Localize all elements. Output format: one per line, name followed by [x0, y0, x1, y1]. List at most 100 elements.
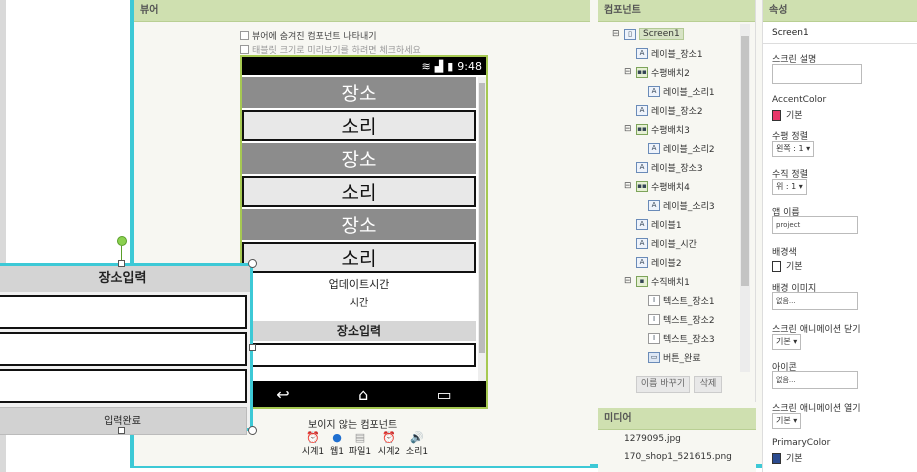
accent-color-picker[interactable]: 기본 — [772, 108, 803, 121]
tree-item-label: 텍스트_장소3 — [663, 334, 715, 345]
open-animation-select[interactable]: 기본 ▾ — [772, 413, 802, 429]
textbox-icon: I — [648, 313, 660, 325]
tree-item[interactable]: A 레이블1 — [624, 216, 682, 232]
tree-item[interactable]: I 텍스트_장소2 — [636, 311, 715, 327]
tree-item[interactable]: ⊟ ▯ Screen1 — [612, 26, 684, 42]
rotate-handle[interactable] — [117, 236, 127, 246]
phone-textbox-1[interactable] — [242, 343, 476, 367]
background-color-picker[interactable]: 기본 — [772, 259, 803, 272]
collapse-toggle-icon[interactable]: ⊟ — [612, 29, 621, 39]
tree-item[interactable]: A 레이블_소리3 — [636, 197, 715, 213]
horizontal-arrangement-icon: ▪▪ — [636, 180, 648, 192]
tree-item[interactable]: ⊟ ▪▪ 수평배치2 — [624, 64, 690, 80]
properties-panel: 속성 Screen1 스크린 설명 AccentColor 기본 수평 정렬 왼… — [762, 0, 917, 472]
tree-item[interactable]: I 텍스트_장소1 — [636, 292, 715, 308]
label-place-3[interactable]: 장소 — [242, 209, 476, 240]
media-panel: 미디어 1279095.jpg 170_shop1_521615.png — [598, 408, 756, 472]
android-nav-bar: ↩ ⌂ ▭ — [242, 381, 486, 407]
collapse-toggle-icon[interactable]: ⊟ — [624, 124, 633, 134]
horizontal-arrangement-icon: ▪▪ — [636, 123, 648, 135]
textbox-icon: I — [648, 332, 660, 344]
collapse-toggle-icon[interactable]: ⊟ — [624, 276, 633, 286]
align-vertical-select[interactable]: 위 : 1 ▾ — [772, 179, 807, 195]
textbox-icon: I — [648, 294, 660, 306]
tree-item[interactable]: ⊟ ▪▪ 수평배치4 — [624, 178, 690, 194]
show-hidden-label: 뷰어에 숨겨진 컴포넌트 나타내기 — [252, 31, 377, 42]
phone-scroll-thumb[interactable] — [479, 83, 485, 353]
tree-item[interactable]: ⊟ ▪ 수직배치1 — [624, 273, 690, 289]
tree-item[interactable]: A 레이블_시간 — [624, 235, 697, 251]
place-textbox-2[interactable] — [0, 332, 247, 366]
tree-item-label: 수평배치4 — [651, 182, 690, 193]
tree-item-label: 레이블_소리2 — [663, 144, 715, 155]
label-icon: A — [636, 161, 648, 173]
time-label[interactable]: 시간 — [242, 294, 476, 313]
clock-time: 9:48 — [457, 59, 482, 73]
tree-item[interactable]: A 레이블_장소1 — [624, 45, 703, 61]
tree-item[interactable]: A 레이블_소리1 — [636, 83, 715, 99]
tree-item-label: 레이블_소리1 — [663, 87, 715, 98]
collapse-toggle-icon[interactable]: ⊟ — [624, 181, 633, 191]
tree-item[interactable]: ▭ 버튼_완료 — [636, 349, 701, 365]
about-screen-input[interactable] — [772, 64, 862, 84]
tree-item[interactable]: I 텍스트_장소3 — [636, 330, 715, 346]
place-textbox-1[interactable] — [0, 295, 247, 329]
tree-item[interactable]: ⊟ ▪▪ 수평배치3 — [624, 121, 690, 137]
tablet-preview-label: 태블릿 크기로 미리보기를 하려면 체크하세요 — [252, 45, 421, 56]
back-icon: ↩ — [276, 384, 290, 404]
icon-input[interactable]: 없음... — [772, 371, 858, 389]
collapse-toggle-icon[interactable]: ⊟ — [624, 67, 633, 77]
label-place-2[interactable]: 장소 — [242, 143, 476, 174]
primary-color-picker[interactable]: 기본 — [772, 451, 803, 464]
place-input-dialog[interactable]: 장소입력 입력완료 — [0, 263, 253, 435]
label-icon: A — [636, 218, 648, 230]
label-place-1[interactable]: 장소 — [242, 77, 476, 108]
sound-icon: 🔊 — [410, 431, 424, 444]
status-bar: ≋ ▟ ▮ 9:48 — [242, 57, 486, 75]
update-time-label[interactable]: 업데이트시간 — [242, 275, 476, 294]
nonvisible-sound1[interactable]: 🔊 소리1 — [400, 431, 434, 458]
tree-item[interactable]: A 레이블_장소3 — [624, 159, 703, 175]
tree-item-label: 버튼_완료 — [663, 353, 701, 364]
tree-item-label: 텍스트_장소2 — [663, 315, 715, 326]
signal-icon: ▟ — [434, 59, 444, 73]
resize-handle-bottom-right[interactable] — [248, 426, 257, 435]
label-icon: A — [648, 85, 660, 97]
tree-item[interactable]: A 레이블_장소2 — [624, 102, 703, 118]
label-sound-2[interactable]: 소리 — [242, 176, 476, 207]
media-file[interactable]: 170_shop1_521615.png — [598, 448, 756, 466]
rename-button[interactable]: 이름 바꾸기 — [636, 376, 690, 393]
viewer-title: 뷰어 — [134, 0, 590, 22]
place-input-header[interactable]: 장소입력 — [242, 321, 476, 341]
align-horizontal-select[interactable]: 왼쪽 : 1 ▾ — [772, 141, 815, 157]
label-icon: A — [636, 237, 648, 249]
show-hidden-components-option[interactable]: 뷰어에 숨겨진 컴포넌트 나타내기 — [240, 28, 421, 42]
delete-button[interactable]: 삭제 — [694, 376, 722, 393]
accent-color-swatch — [772, 110, 781, 121]
label-sound-3[interactable]: 소리 — [242, 242, 476, 273]
screen-icon: ▯ — [624, 28, 636, 40]
label-icon: A — [636, 47, 648, 59]
media-title: 미디어 — [598, 408, 756, 430]
components-scroll-thumb[interactable] — [741, 36, 749, 286]
place-textbox-3[interactable] — [0, 369, 247, 403]
label-icon: A — [648, 142, 660, 154]
show-hidden-checkbox[interactable] — [240, 30, 249, 40]
accent-color-label: AccentColor — [772, 95, 827, 105]
tree-item[interactable]: A 레이블_소리2 — [636, 140, 715, 156]
resize-handle-top[interactable] — [118, 260, 125, 267]
home-icon: ⌂ — [358, 384, 369, 404]
background-image-input[interactable]: 없음... — [772, 292, 858, 310]
resize-handle-top-right[interactable] — [248, 259, 257, 268]
tree-item-label: Screen1 — [639, 28, 684, 40]
tablet-preview-option[interactable]: 태블릿 크기로 미리보기를 하려면 체크하세요 — [240, 42, 421, 56]
app-name-input[interactable]: project — [772, 216, 858, 234]
tree-item-label: 수평배치2 — [651, 68, 690, 79]
label-sound-1[interactable]: 소리 — [242, 110, 476, 141]
resize-handle-right[interactable] — [249, 344, 256, 351]
tablet-preview-checkbox[interactable] — [240, 44, 249, 54]
close-animation-select[interactable]: 기본 ▾ — [772, 334, 802, 350]
resize-handle-bottom[interactable] — [118, 427, 125, 434]
media-file[interactable]: 1279095.jpg — [598, 430, 756, 448]
tree-item[interactable]: A 레이블2 — [624, 254, 682, 270]
